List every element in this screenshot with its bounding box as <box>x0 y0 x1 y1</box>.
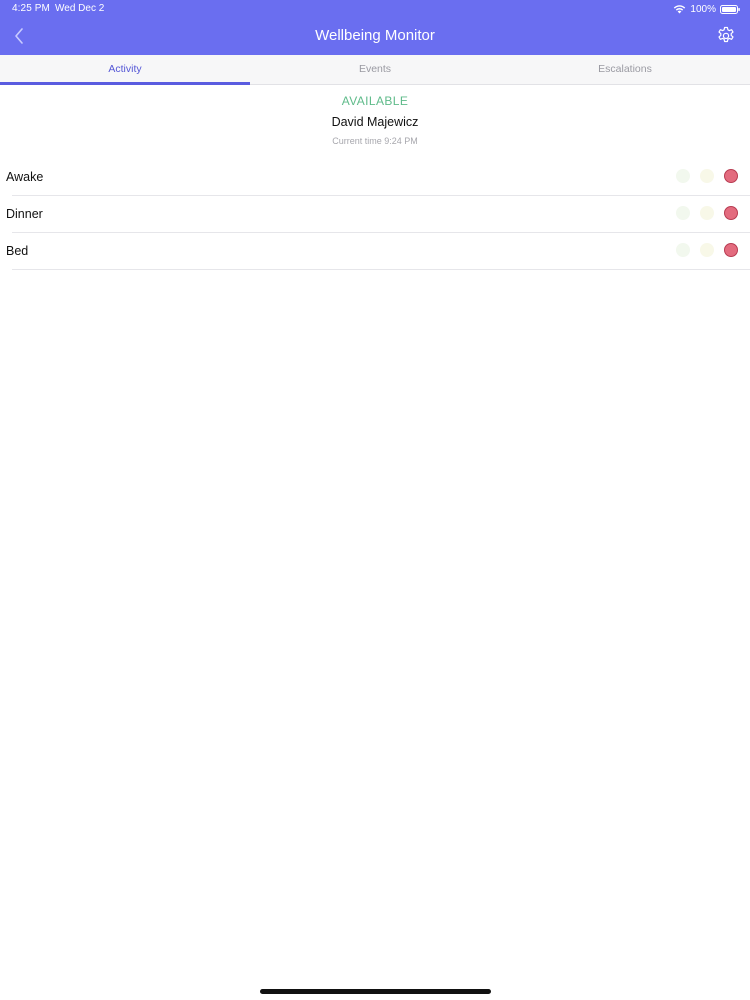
indicator-red-icon <box>724 243 738 257</box>
availability-status: AVAILABLE <box>341 94 409 108</box>
activity-indicators <box>676 243 738 257</box>
tab-activity[interactable]: Activity <box>0 55 250 85</box>
battery-percent: 100% <box>690 3 716 15</box>
current-time: Current time 9:24 PM <box>332 136 418 146</box>
settings-button[interactable] <box>714 24 738 48</box>
indicator-green-icon <box>676 206 690 220</box>
indicator-green-icon <box>676 169 690 183</box>
activity-label: Bed <box>6 244 29 258</box>
gear-icon <box>718 26 734 43</box>
indicator-red-icon <box>724 206 738 220</box>
status-time: 4:25 PM <box>12 3 50 14</box>
status-date: Wed Dec 2 <box>55 3 105 14</box>
tab-events[interactable]: Events <box>250 55 500 84</box>
user-summary: AVAILABLE David Majewicz Current time 9:… <box>0 94 750 148</box>
battery-full-icon <box>720 4 740 14</box>
indicator-yellow-icon <box>700 243 714 257</box>
indicator-yellow-icon <box>700 169 714 183</box>
tab-bar: Activity Events Escalations <box>0 55 750 85</box>
activity-list: Awake Dinner Bed <box>0 159 750 270</box>
indicator-red-icon <box>724 169 738 183</box>
activity-row-dinner[interactable]: Dinner <box>6 196 750 233</box>
user-name: David Majewicz <box>331 115 419 129</box>
activity-label: Dinner <box>6 207 43 221</box>
tab-escalations[interactable]: Escalations <box>500 55 750 84</box>
page-title: Wellbeing Monitor <box>315 27 435 44</box>
wifi-icon <box>674 5 686 14</box>
activity-indicators <box>676 206 738 220</box>
indicator-green-icon <box>676 243 690 257</box>
activity-label: Awake <box>6 170 44 184</box>
status-indicators: 100% <box>673 2 740 16</box>
header: 4:25 PM Wed Dec 2 100% Wellbeing Monitor <box>0 0 750 55</box>
chevron-left-icon <box>15 28 23 44</box>
activity-row-awake[interactable]: Awake <box>6 159 750 196</box>
indicator-yellow-icon <box>700 206 714 220</box>
activity-indicators <box>676 169 738 183</box>
back-button[interactable] <box>8 24 30 48</box>
activity-row-bed[interactable]: Bed <box>6 233 750 270</box>
home-indicator[interactable] <box>260 989 491 994</box>
